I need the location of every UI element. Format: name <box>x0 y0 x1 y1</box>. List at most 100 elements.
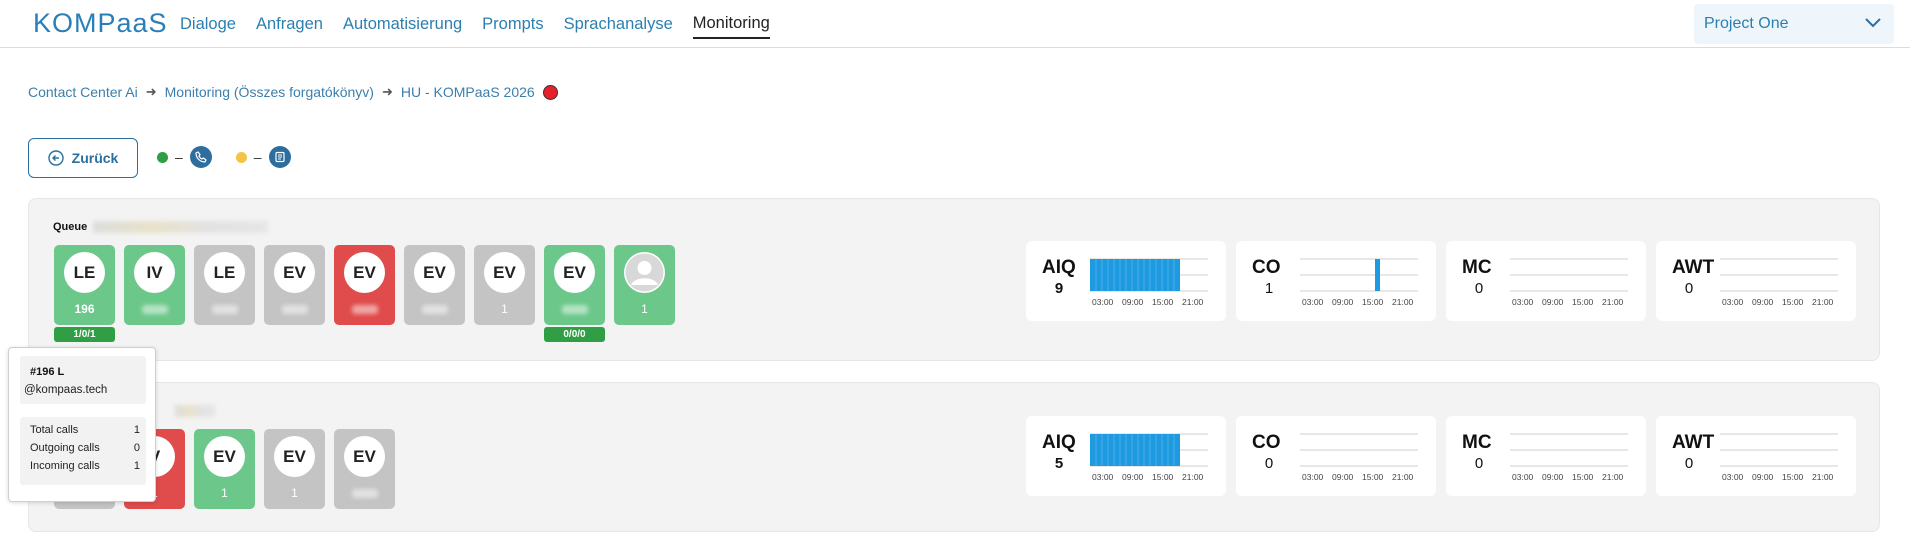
agent-card[interactable]: EV <box>264 245 325 325</box>
agent-number-redacted <box>422 305 448 314</box>
queue-label: Queue <box>53 221 269 234</box>
svg-text:15:00: 15:00 <box>1152 472 1174 482</box>
queue-label <box>169 405 215 418</box>
metric-card-mc[interactable]: MC 0 03:00 09:00 15:00 21:00 <box>1446 241 1646 321</box>
arrow-right-icon: ➜ <box>145 84 157 99</box>
arrow-left-circle-icon <box>47 150 64 166</box>
agent-avatar: EV <box>344 252 385 293</box>
svg-text:21:00: 21:00 <box>1812 472 1834 482</box>
metric-value: 0 <box>1684 455 1694 472</box>
svg-text:09:00: 09:00 <box>1542 472 1564 482</box>
agent-avatar: EV <box>274 436 315 477</box>
svg-text:15:00: 15:00 <box>1362 472 1384 482</box>
metric-card-aiq[interactable]: AIQ 9 03:00 09:00 15:00 21:00 <box>1026 241 1226 321</box>
metric-card-aiq[interactable]: AIQ 5 03:00 09:00 15:00 21:00 <box>1026 416 1226 496</box>
metric-name: AIQ <box>1042 432 1076 453</box>
agent-avatar: EV <box>484 252 525 293</box>
agent-card[interactable]: LE 196 <box>54 245 115 325</box>
agent-card[interactable]: EV 1 <box>264 429 325 509</box>
breadcrumb-item-monitoring[interactable]: Monitoring (Összes forgatókönyv) <box>165 84 374 100</box>
agent-card[interactable]: 1 <box>614 245 675 325</box>
nav-item-sprachanalyse[interactable]: Sprachanalyse <box>564 11 673 38</box>
agent-number-redacted <box>352 489 378 498</box>
metric-name: CO <box>1252 432 1281 453</box>
metric-sparkline: 03:00 09:00 15:00 21:00 <box>1300 433 1418 482</box>
svg-text:03:00: 03:00 <box>1302 297 1324 307</box>
app-logo[interactable]: KOMPaaS <box>33 8 168 39</box>
queue-name-redacted <box>93 221 269 234</box>
agent-card[interactable]: EV <box>334 429 395 509</box>
svg-text:21:00: 21:00 <box>1182 472 1204 482</box>
metric-name: MC <box>1462 432 1492 453</box>
svg-text:03:00: 03:00 <box>1092 472 1114 482</box>
metric-value: 0 <box>1474 455 1484 472</box>
nav-item-prompts[interactable]: Prompts <box>482 11 543 38</box>
svg-text:09:00: 09:00 <box>1752 472 1774 482</box>
agent-avatar: EV <box>554 252 595 293</box>
svg-text:03:00: 03:00 <box>1722 472 1744 482</box>
stat-row: Incoming calls 1 <box>30 460 140 472</box>
svg-text:15:00: 15:00 <box>1152 297 1174 307</box>
arrow-right-icon: ➜ <box>381 84 393 99</box>
svg-text:03:00: 03:00 <box>1722 297 1744 307</box>
agent-number-redacted <box>352 305 378 314</box>
agent-card[interactable]: EV <box>334 245 395 325</box>
metric-card-awt[interactable]: AWT 0 03:00 09:00 15:00 21:00 <box>1656 241 1856 321</box>
status-legend: – – <box>157 146 309 168</box>
agent-tooltip-email: @kompaas.tech <box>24 384 108 396</box>
metric-sparkline: 03:00 09:00 15:00 21:00 <box>1510 433 1628 482</box>
agent-call-badge: 0/0/0 <box>544 327 605 342</box>
agent-number: 1 <box>291 486 298 500</box>
legend-dot-yellow <box>235 151 247 163</box>
back-button[interactable]: Zurück <box>28 138 138 178</box>
agent-number-redacted <box>212 305 238 314</box>
svg-text:09:00: 09:00 <box>1122 297 1144 307</box>
phone-icon <box>189 146 212 168</box>
metric-name: AWT <box>1672 432 1715 453</box>
document-icon <box>268 146 291 168</box>
agent-card[interactable]: EV 1 <box>194 429 255 509</box>
metric-name: CO <box>1252 257 1281 278</box>
agent-number: 1 <box>221 486 228 500</box>
svg-text:09:00: 09:00 <box>1752 297 1774 307</box>
nav-item-automatisierung[interactable]: Automatisierung <box>343 11 462 38</box>
agent-avatar: LE <box>204 252 245 293</box>
svg-text:03:00: 03:00 <box>1302 472 1324 482</box>
nav-item-monitoring[interactable]: Monitoring <box>692 10 770 39</box>
project-select[interactable]: Project One <box>1694 4 1894 44</box>
svg-text:03:00: 03:00 <box>1512 297 1534 307</box>
svg-text:21:00: 21:00 <box>1182 297 1204 307</box>
agent-number-redacted <box>562 305 588 314</box>
svg-text:15:00: 15:00 <box>1572 472 1594 482</box>
metric-sparkline: 03:00 09:00 15:00 21:00 <box>1090 433 1208 482</box>
agent-card[interactable]: LE <box>194 245 255 325</box>
metric-card-co[interactable]: CO 1 03:00 09:00 15:00 21:00 <box>1236 241 1436 321</box>
svg-text:09:00: 09:00 <box>1332 472 1354 482</box>
metric-card-co[interactable]: CO 0 03:00 09:00 15:00 21:00 <box>1236 416 1436 496</box>
legend-dot-green <box>157 151 168 163</box>
agent-card[interactable]: EV 1 <box>474 245 535 325</box>
status-indicator <box>542 84 558 100</box>
breadcrumb: Contact Center Ai ➜ Monitoring (Összes f… <box>28 84 558 100</box>
queue-name-redacted <box>175 405 215 418</box>
svg-text:21:00: 21:00 <box>1392 297 1414 307</box>
metric-name: AIQ <box>1042 257 1076 278</box>
metric-card-mc[interactable]: MC 0 03:00 09:00 15:00 21:00 <box>1446 416 1646 496</box>
svg-text:21:00: 21:00 <box>1392 472 1414 482</box>
svg-text:15:00: 15:00 <box>1572 297 1594 307</box>
nav-item-anfragen[interactable]: Anfragen <box>256 11 323 38</box>
svg-text:03:00: 03:00 <box>1512 472 1534 482</box>
nav-item-dialoge[interactable]: Dialoge <box>180 11 236 38</box>
metric-card-awt[interactable]: AWT 0 03:00 09:00 15:00 21:00 <box>1656 416 1856 496</box>
agent-card[interactable]: IV <box>124 245 185 325</box>
metric-value: 0 <box>1264 455 1274 472</box>
metric-sparkline: 03:00 09:00 15:00 21:00 <box>1300 258 1418 307</box>
metric-sparkline: 03:00 09:00 15:00 21:00 <box>1090 258 1208 307</box>
svg-text:15:00: 15:00 <box>1782 297 1804 307</box>
agent-card[interactable]: EV <box>404 245 465 325</box>
metric-sparkline: 03:00 09:00 15:00 21:00 <box>1510 258 1628 307</box>
agent-card[interactable]: EV <box>544 245 605 325</box>
metric-sparkline: 03:00 09:00 15:00 21:00 <box>1720 258 1838 307</box>
breadcrumb-item-contact-center[interactable]: Contact Center Ai <box>28 84 138 100</box>
svg-text:15:00: 15:00 <box>1362 297 1384 307</box>
